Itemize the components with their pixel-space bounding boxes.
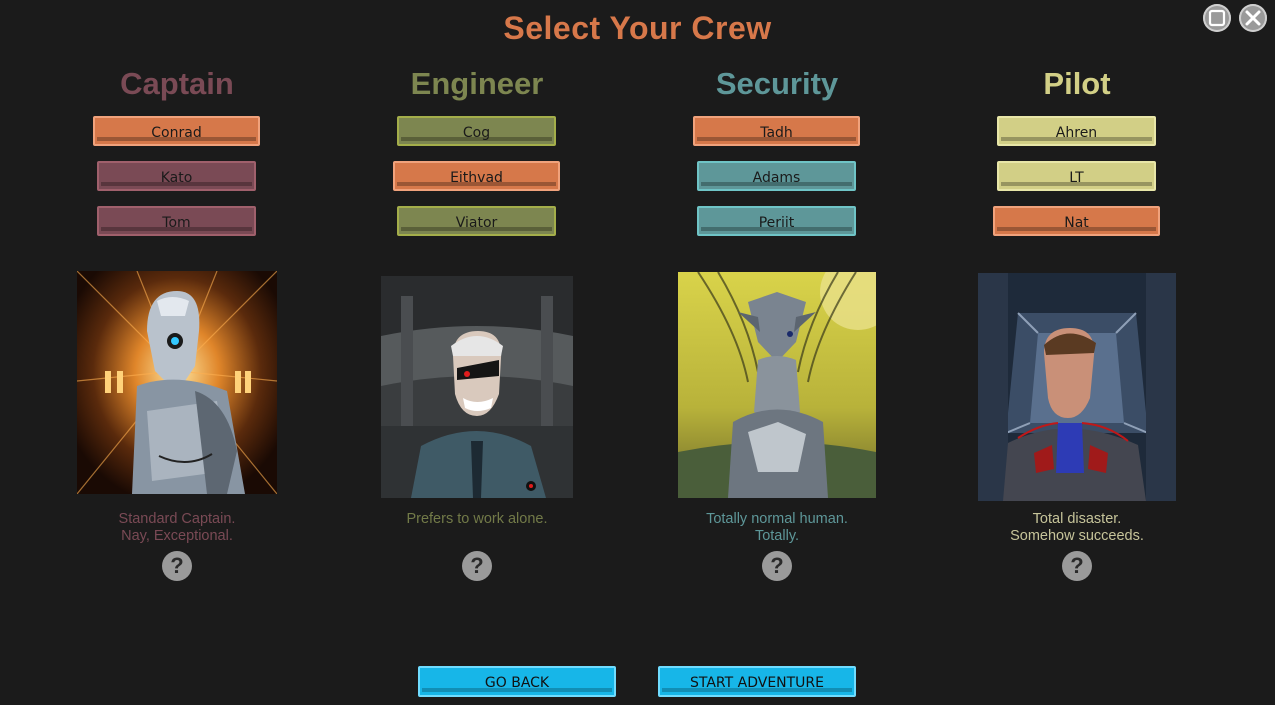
engineer-help-button[interactable]: ? bbox=[462, 551, 492, 581]
role-title-captain: Captain bbox=[120, 66, 234, 101]
crew-button-periit[interactable]: Periit bbox=[697, 206, 856, 236]
security-description: Totally normal human. Totally. bbox=[706, 511, 848, 544]
security-portrait bbox=[678, 272, 876, 498]
captain-portrait bbox=[77, 271, 277, 494]
crew-button-nat[interactable]: Nat bbox=[993, 206, 1160, 236]
pilot-portrait bbox=[978, 273, 1176, 501]
crew-button-viator[interactable]: Viator bbox=[397, 206, 556, 236]
pilot-description: Total disaster. Somehow succeeds. bbox=[1010, 511, 1144, 544]
crew-button-adams[interactable]: Adams bbox=[697, 161, 856, 191]
crew-button-ahren[interactable]: Ahren bbox=[997, 116, 1156, 146]
role-title-engineer: Engineer bbox=[410, 66, 544, 101]
crew-button-tom[interactable]: Tom bbox=[97, 206, 256, 236]
captain-help-button[interactable]: ? bbox=[162, 551, 192, 581]
maximize-button[interactable] bbox=[1203, 4, 1231, 32]
crew-button-tadh[interactable]: Tadh bbox=[693, 116, 860, 146]
role-title-security: Security bbox=[715, 66, 839, 101]
question-mark-icon: ? bbox=[170, 553, 184, 578]
role-title-pilot: Pilot bbox=[1043, 66, 1111, 101]
crew-button-cog[interactable]: Cog bbox=[397, 116, 556, 146]
captain-column: Captain bbox=[27, 60, 327, 108]
question-mark-icon: ? bbox=[770, 553, 784, 578]
engineer-column: Engineer bbox=[327, 60, 627, 108]
pilot-column: Pilot bbox=[927, 60, 1227, 108]
crew-button-kato[interactable]: Kato bbox=[97, 161, 256, 191]
crew-button-lt[interactable]: LT bbox=[997, 161, 1156, 191]
x-icon bbox=[1245, 10, 1261, 26]
square-icon bbox=[1208, 9, 1226, 27]
go-back-button[interactable]: GO BACK bbox=[418, 666, 616, 697]
question-mark-icon: ? bbox=[470, 553, 484, 578]
crew-button-conrad[interactable]: Conrad bbox=[93, 116, 260, 146]
engineer-description: Prefers to work alone. bbox=[406, 511, 548, 527]
security-column: Security bbox=[627, 60, 927, 108]
question-mark-icon: ? bbox=[1070, 553, 1084, 578]
security-help-button[interactable]: ? bbox=[762, 551, 792, 581]
start-adventure-button[interactable]: START ADVENTURE bbox=[658, 666, 856, 697]
engineer-portrait bbox=[381, 276, 573, 498]
pilot-help-button[interactable]: ? bbox=[1062, 551, 1092, 581]
crew-button-eithvad[interactable]: Eithvad bbox=[393, 161, 560, 191]
page-title: Select Your Crew bbox=[503, 10, 772, 46]
captain-description: Standard Captain. Nay, Exceptional. bbox=[118, 511, 236, 544]
close-button[interactable] bbox=[1239, 4, 1267, 32]
